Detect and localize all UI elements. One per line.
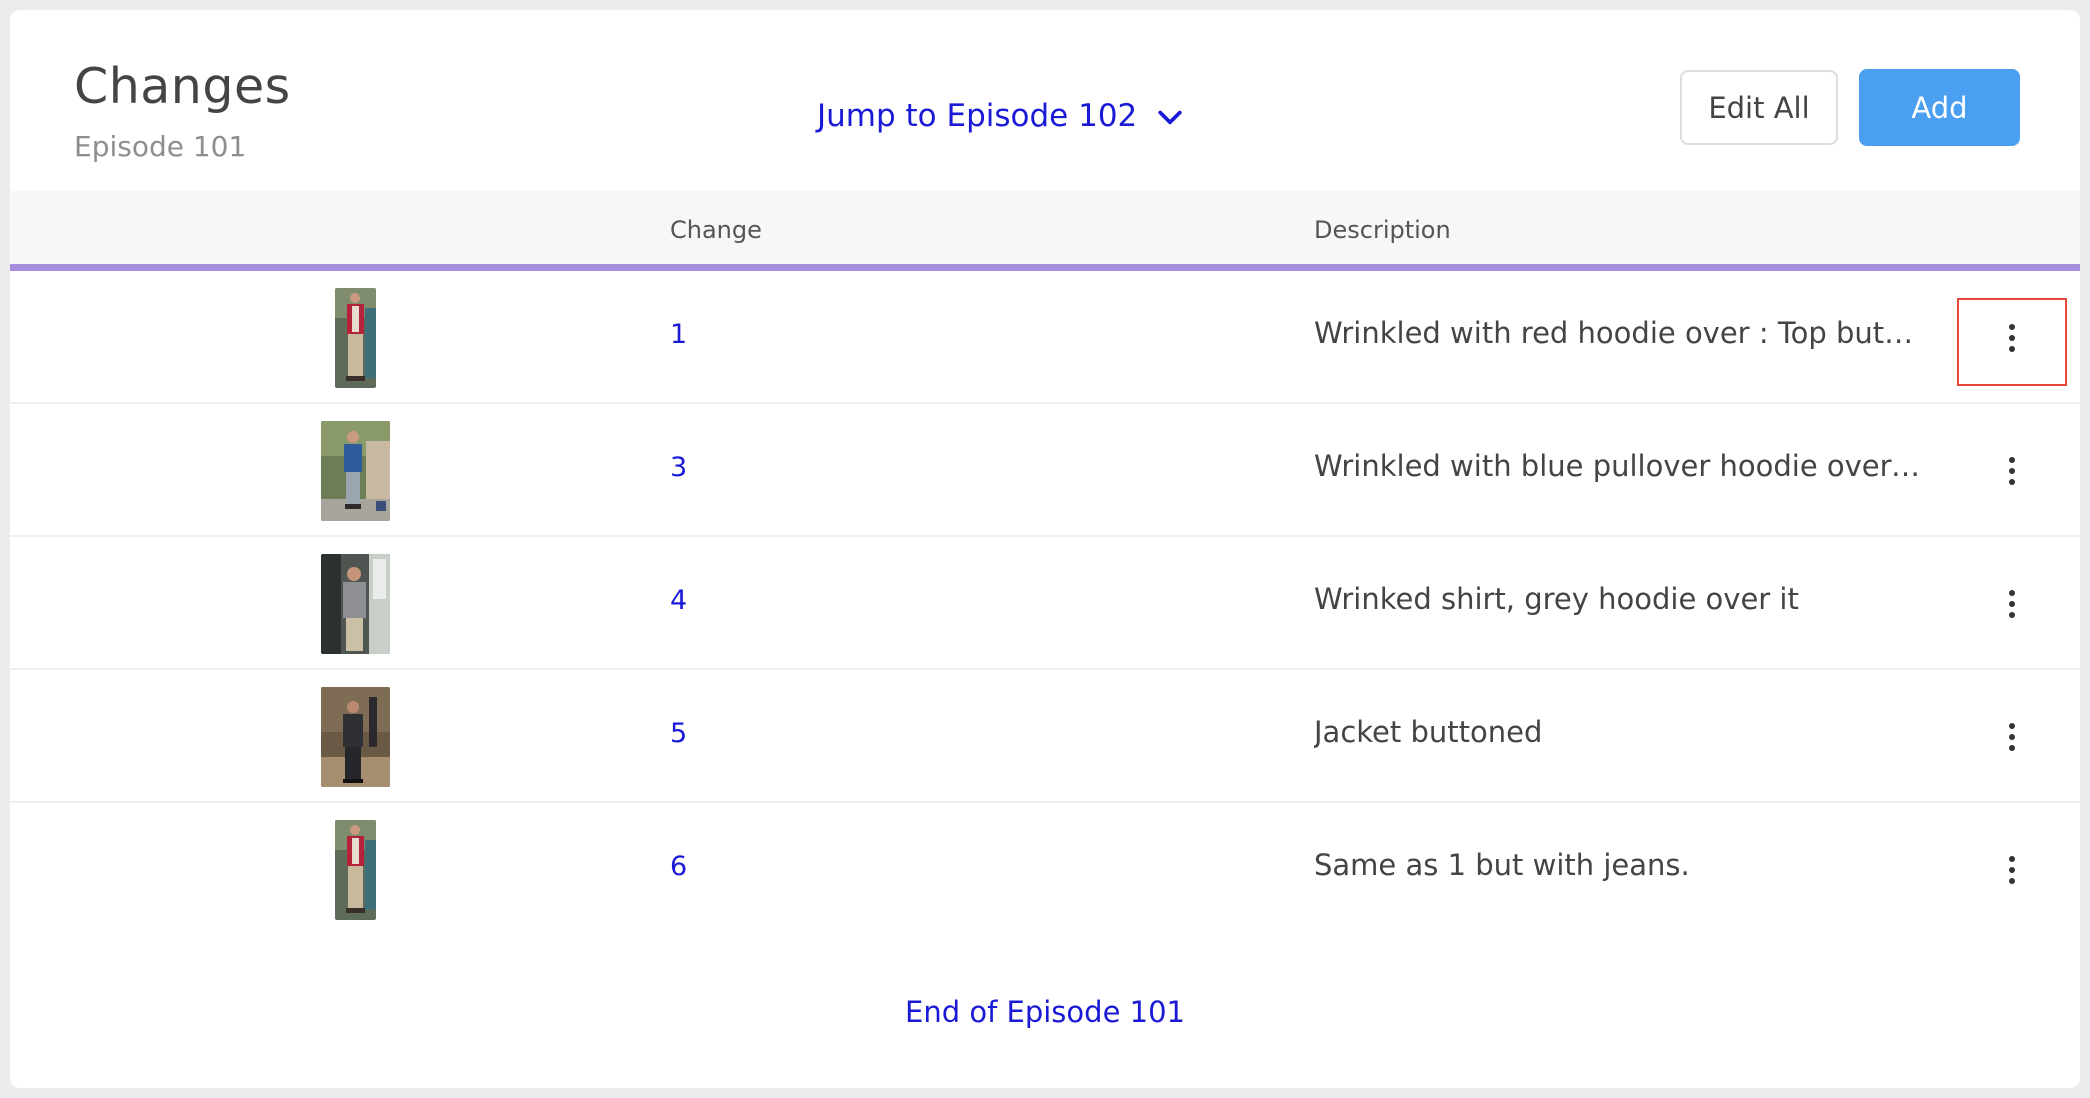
row-more-options-icon[interactable] (2002, 449, 2022, 493)
change-description: Jacket buttoned (1314, 715, 1543, 749)
end-of-episode-link[interactable]: End of Episode 101 (905, 995, 1185, 1029)
table-row: 4 Wrinked shirt, grey hoodie over it (10, 537, 2080, 670)
change-number-link[interactable]: 1 (670, 319, 687, 350)
jump-to-episode-dropdown[interactable]: Jump to Episode 102 (817, 98, 1183, 134)
change-number-link[interactable]: 5 (670, 718, 687, 749)
change-number-link[interactable]: 6 (670, 851, 687, 882)
jacket-thumbnail[interactable] (321, 687, 390, 787)
add-button[interactable]: Add (1859, 69, 2020, 146)
change-description: Same as 1 but with jeans. (1314, 848, 1690, 882)
changes-table-body: 1 Wrinkled with red hoodie over : Top bu… (10, 271, 2080, 936)
grey-hoodie-thumbnail[interactable] (321, 554, 390, 654)
change-description: Wrinkled with blue pullover hoodie over:… (1314, 449, 1924, 483)
red-hoodie-jeans-thumbnail[interactable] (335, 820, 376, 920)
blue-hoodie-thumbnail[interactable] (321, 421, 390, 521)
page-title: Changes (74, 58, 291, 115)
change-description: Wrinkled with red hoodie over : Top butt… (1314, 316, 1924, 350)
changes-card: Changes Episode 101 Jump to Episode 102 … (10, 10, 2080, 1088)
table-row: 5 Jacket buttoned (10, 670, 2080, 803)
row-more-options-icon[interactable] (2002, 582, 2022, 626)
episode-subtitle: Episode 101 (74, 130, 247, 163)
edit-all-button[interactable]: Edit All (1680, 70, 1838, 145)
jump-label: Jump to Episode 102 (817, 98, 1138, 134)
row-more-options-icon[interactable] (2002, 848, 2022, 892)
change-number-link[interactable]: 4 (670, 585, 687, 616)
red-hoodie-thumbnail[interactable] (335, 288, 376, 388)
row-more-options-icon[interactable] (2002, 715, 2022, 759)
page-header: Changes Episode 101 Jump to Episode 102 … (10, 10, 2080, 191)
column-header-description: Description (1314, 216, 1451, 244)
chevron-down-icon (1157, 103, 1183, 129)
end-of-episode-footer: End of Episode 101 (10, 995, 2080, 1029)
table-row: 6 Same as 1 but with jeans. (10, 803, 2080, 936)
table-row: 1 Wrinkled with red hoodie over : Top bu… (10, 271, 2080, 404)
change-description: Wrinked shirt, grey hoodie over it (1314, 582, 1799, 616)
change-number-link[interactable]: 3 (670, 452, 687, 483)
table-header: Change Description (10, 191, 2080, 271)
row-more-options-icon[interactable] (2002, 316, 2022, 360)
column-header-change: Change (670, 216, 762, 244)
table-row: 3 Wrinkled with blue pullover hoodie ove… (10, 404, 2080, 537)
